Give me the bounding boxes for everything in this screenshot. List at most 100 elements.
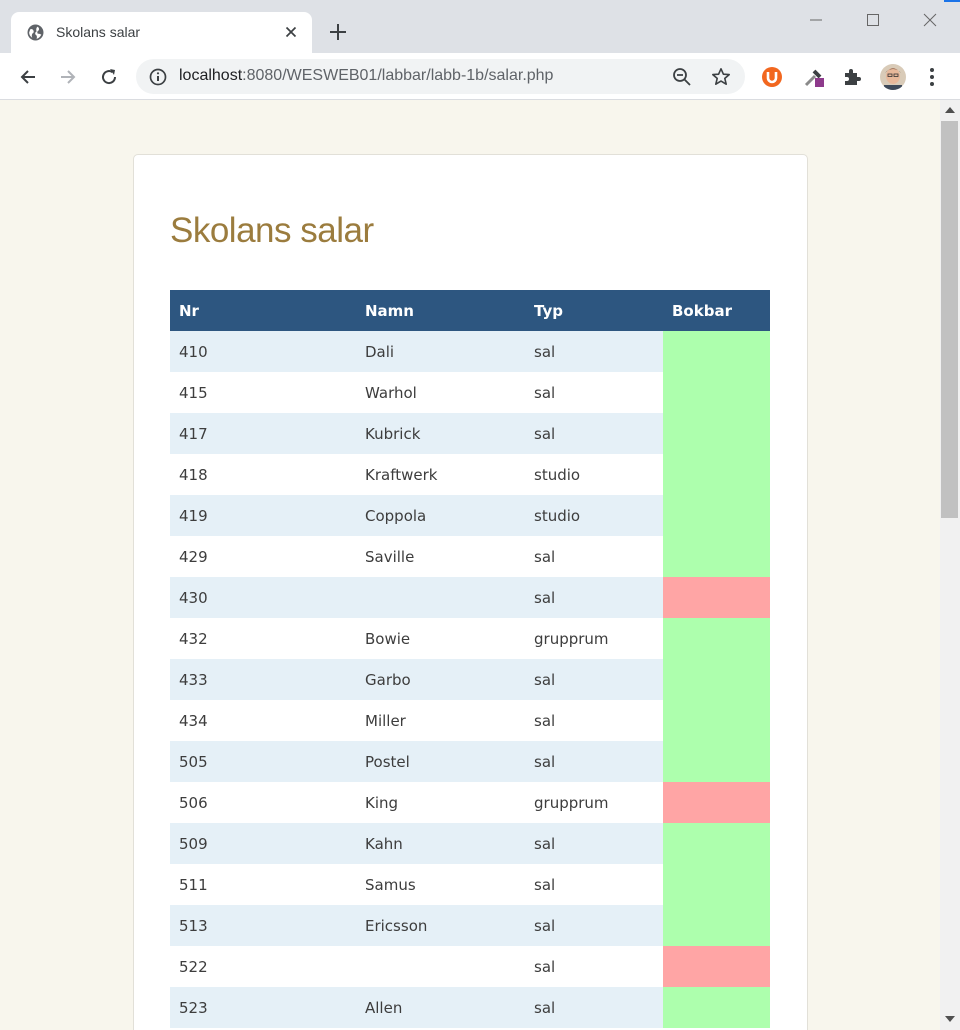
reload-icon	[102, 69, 117, 85]
cell-namn: Warhol	[356, 372, 525, 413]
browser-tab[interactable]: Skolans salar	[11, 12, 312, 53]
browser-toolbar: localhost:8080/WESWEB01/labbar/labb-1b/s…	[0, 53, 960, 100]
cell-typ: sal	[525, 331, 663, 372]
bookable-indicator	[663, 413, 770, 454]
new-tab-icon[interactable]	[327, 21, 349, 43]
minimize-button[interactable]	[794, 8, 840, 32]
cell-typ: sal	[525, 864, 663, 905]
bookmark-star-icon[interactable]	[711, 67, 731, 87]
cell-nr: 434	[170, 700, 356, 741]
bookable-indicator	[663, 823, 770, 864]
cell-namn: Dali	[356, 331, 525, 372]
bookable-indicator	[663, 659, 770, 700]
cell-nr: 432	[170, 618, 356, 659]
cell-nr: 418	[170, 454, 356, 495]
content-card: Skolans salar Nr Namn Typ Bokbar 410 Dali…	[133, 154, 808, 1030]
cell-nr: 509	[170, 823, 356, 864]
cell-namn: Kahn	[356, 823, 525, 864]
arrow-right-icon	[61, 70, 76, 84]
page-title: Skolans salar	[170, 211, 374, 250]
cell-nr: 505	[170, 741, 356, 782]
ublock-extension-icon[interactable]	[760, 65, 784, 89]
profile-avatar[interactable]	[880, 64, 906, 90]
address-bar[interactable]: localhost:8080/WESWEB01/labbar/labb-1b/s…	[136, 59, 745, 94]
table-row: 434 Miller sal	[170, 700, 770, 741]
cell-nr: 523	[170, 987, 356, 1028]
info-icon[interactable]	[149, 68, 167, 86]
bookable-indicator	[663, 618, 770, 659]
cell-nr: 522	[170, 946, 356, 987]
back-button[interactable]	[14, 63, 42, 91]
cell-namn: Bowie	[356, 618, 525, 659]
table-row: 509 Kahn sal	[170, 823, 770, 864]
table-row: 513 Ericsson sal	[170, 905, 770, 946]
table-row: 432 Bowie grupprum	[170, 618, 770, 659]
table-row: 418 Kraftwerk studio	[170, 454, 770, 495]
cell-namn: Postel	[356, 741, 525, 782]
cell-typ: studio	[525, 454, 663, 495]
color-picker-extension-icon[interactable]	[802, 65, 826, 89]
cell-nr: 433	[170, 659, 356, 700]
cell-typ: sal	[525, 700, 663, 741]
cell-nr: 513	[170, 905, 356, 946]
url-host: localhost	[179, 67, 243, 84]
table-row: 433 Garbo sal	[170, 659, 770, 700]
scrollbar-thumb[interactable]	[941, 121, 958, 518]
table-row: 505 Postel sal	[170, 741, 770, 782]
cell-nr: 430	[170, 577, 356, 618]
scroll-down-arrow-icon[interactable]	[945, 1016, 955, 1022]
window-accent	[944, 0, 960, 2]
url-text[interactable]: localhost:8080/WESWEB01/labbar/labb-1b/s…	[179, 67, 553, 85]
cell-namn: Ericsson	[356, 905, 525, 946]
cell-typ: sal	[525, 741, 663, 782]
cell-nr: 415	[170, 372, 356, 413]
cell-namn	[356, 577, 525, 618]
cell-namn	[356, 946, 525, 987]
not-bookable-indicator	[663, 782, 770, 823]
cell-typ: grupprum	[525, 782, 663, 823]
table-row: 410 Dali sal	[170, 331, 770, 372]
extensions-puzzle-icon[interactable]	[840, 65, 864, 89]
cell-namn: Garbo	[356, 659, 525, 700]
scroll-up-arrow-icon[interactable]	[945, 107, 955, 113]
column-header-namn: Namn	[356, 290, 525, 331]
column-header-nr: Nr	[170, 290, 356, 331]
table-row: 415 Warhol sal	[170, 372, 770, 413]
forward-button[interactable]	[54, 63, 82, 91]
globe-icon	[27, 24, 44, 41]
column-header-typ: Typ	[525, 290, 663, 331]
maximize-icon	[867, 14, 879, 26]
menu-kebab-icon[interactable]	[920, 65, 944, 89]
cell-typ: sal	[525, 577, 663, 618]
cell-typ: sal	[525, 372, 663, 413]
reload-button[interactable]	[95, 63, 123, 91]
url-path: :8080/WESWEB01/labbar/labb-1b/salar.php	[242, 67, 554, 84]
bookable-indicator	[663, 987, 770, 1028]
vertical-scrollbar[interactable]	[940, 100, 960, 1030]
cell-typ: sal	[525, 946, 663, 987]
table-row: 522 sal	[170, 946, 770, 987]
cell-namn: King	[356, 782, 525, 823]
bookable-indicator	[663, 495, 770, 536]
cell-nr: 511	[170, 864, 356, 905]
cell-nr: 506	[170, 782, 356, 823]
bookable-indicator	[663, 905, 770, 946]
window-close-icon	[923, 13, 937, 27]
maximize-button[interactable]	[851, 8, 897, 32]
window-close-button[interactable]	[908, 8, 954, 32]
not-bookable-indicator	[663, 577, 770, 618]
tab-title: Skolans salar	[56, 24, 141, 40]
bookable-indicator	[663, 741, 770, 782]
bookable-indicator	[663, 331, 770, 372]
close-tab-icon[interactable]	[282, 23, 300, 41]
bookable-indicator	[663, 454, 770, 495]
bookable-indicator	[663, 864, 770, 905]
bookable-indicator	[663, 372, 770, 413]
page-viewport: Skolans salar Nr Namn Typ Bokbar 410 Dali…	[0, 100, 940, 1030]
zoom-out-icon[interactable]	[672, 67, 692, 87]
cell-namn: Coppola	[356, 495, 525, 536]
not-bookable-indicator	[663, 946, 770, 987]
cell-typ: sal	[525, 659, 663, 700]
cell-nr: 410	[170, 331, 356, 372]
table-row: 430 sal	[170, 577, 770, 618]
